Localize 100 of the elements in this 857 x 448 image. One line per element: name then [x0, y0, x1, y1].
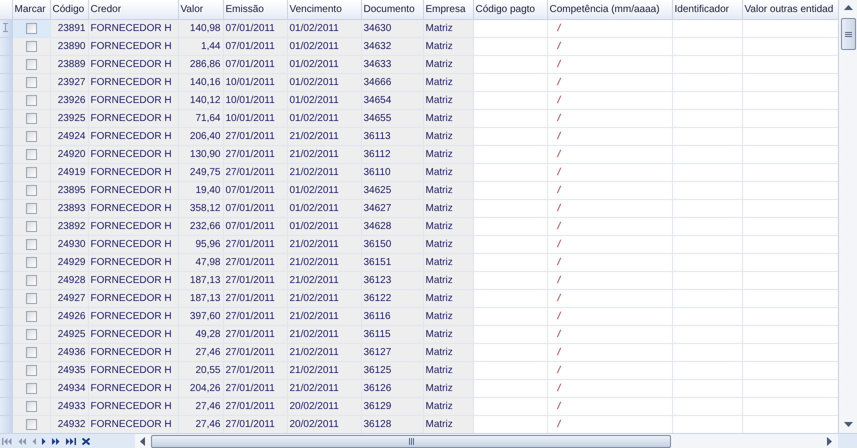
- table-cell: 27/01/2011: [223, 397, 287, 415]
- table-cell: 21/02/2011: [287, 379, 361, 397]
- table-cell: 07/01/2011: [223, 199, 287, 217]
- table-cell: 21/02/2011: [287, 127, 361, 145]
- column-header[interactable]: Valor: [178, 0, 223, 19]
- table-cell[interactable]: /: [547, 307, 672, 325]
- table-cell: 36129: [361, 397, 423, 415]
- table-cell: 206,40: [178, 127, 223, 145]
- table-cell: 01/02/2011: [287, 37, 361, 55]
- table-cell[interactable]: /: [547, 127, 672, 145]
- table-cell: FORNECEDOR H: [88, 145, 178, 163]
- column-header[interactable]: Código: [50, 0, 88, 19]
- table-cell: FORNECEDOR H: [88, 397, 178, 415]
- table-cell: 24927: [50, 289, 88, 307]
- table-cell: Matriz: [423, 379, 473, 397]
- table-cell: 27,46: [178, 343, 223, 361]
- table-cell[interactable]: /: [547, 343, 672, 361]
- table-cell: 34654: [361, 91, 423, 109]
- table-cell: 27/01/2011: [223, 253, 287, 271]
- table-cell: Matriz: [423, 289, 473, 307]
- table-cell: 07/01/2011: [223, 55, 287, 73]
- column-header[interactable]: Documento: [361, 0, 423, 19]
- table-cell: 24934: [50, 379, 88, 397]
- table-cell[interactable]: /: [547, 181, 672, 199]
- table-cell: Matriz: [423, 127, 473, 145]
- table-cell: 01/02/2011: [287, 181, 361, 199]
- table-cell: Matriz: [423, 145, 473, 163]
- table-cell: 36116: [361, 307, 423, 325]
- column-header[interactable]: Competência (mm/aaaa): [547, 0, 672, 19]
- table-cell: FORNECEDOR H: [88, 271, 178, 289]
- table-cell: 24932: [50, 415, 88, 433]
- table-cell: Matriz: [423, 271, 473, 289]
- table-cell[interactable]: /: [547, 55, 672, 73]
- column-header[interactable]: Valor outras entidad: [742, 0, 838, 19]
- table-cell: 24928: [50, 271, 88, 289]
- table-cell[interactable]: /: [547, 19, 672, 37]
- table-cell: 36110: [361, 163, 423, 181]
- table-cell[interactable]: /: [547, 199, 672, 217]
- table-cell: FORNECEDOR H: [88, 325, 178, 343]
- table-cell: 34628: [361, 217, 423, 235]
- table-cell[interactable]: /: [547, 325, 672, 343]
- table-cell: 21/02/2011: [287, 271, 361, 289]
- column-header[interactable]: Código pagto: [473, 0, 547, 19]
- column-header[interactable]: Emissão: [223, 0, 287, 19]
- table-cell: FORNECEDOR H: [88, 217, 178, 235]
- table-cell: 36125: [361, 361, 423, 379]
- table-cell: 10/01/2011: [223, 109, 287, 127]
- table-cell: 01/02/2011: [287, 91, 361, 109]
- table-cell[interactable]: /: [547, 163, 672, 181]
- table-cell[interactable]: /: [547, 73, 672, 91]
- column-header[interactable]: Vencimento: [287, 0, 361, 19]
- table-cell[interactable]: /: [547, 361, 672, 379]
- table-cell[interactable]: /: [547, 145, 672, 163]
- table-cell[interactable]: /: [547, 37, 672, 55]
- table-cell: Matriz: [423, 199, 473, 217]
- table-cell: 36112: [361, 145, 423, 163]
- table-cell: 358,12: [178, 199, 223, 217]
- table-cell: 36126: [361, 379, 423, 397]
- table-cell: 27/01/2011: [223, 307, 287, 325]
- table-cell: 24933: [50, 397, 88, 415]
- table-cell: Matriz: [423, 253, 473, 271]
- table-cell: 23890: [50, 37, 88, 55]
- table-cell: 23925: [50, 109, 88, 127]
- table-cell: FORNECEDOR H: [88, 91, 178, 109]
- table-cell: 10/01/2011: [223, 73, 287, 91]
- table-cell[interactable]: /: [547, 271, 672, 289]
- table-cell: 36151: [361, 253, 423, 271]
- table-cell[interactable]: /: [547, 217, 672, 235]
- table-cell[interactable]: /: [547, 253, 672, 271]
- column-header[interactable]: Credor: [88, 0, 178, 19]
- table-cell: 27/01/2011: [223, 163, 287, 181]
- table-cell: 21/02/2011: [287, 145, 361, 163]
- table-cell: 95,96: [178, 235, 223, 253]
- table-cell: Matriz: [423, 343, 473, 361]
- table-cell: 27,46: [178, 397, 223, 415]
- table-cell[interactable]: /: [547, 397, 672, 415]
- table-cell: Matriz: [423, 307, 473, 325]
- column-header[interactable]: Empresa: [423, 0, 473, 19]
- column-header[interactable]: Marcar: [12, 0, 50, 19]
- table-cell: 24930: [50, 235, 88, 253]
- table-cell: 34630: [361, 19, 423, 37]
- table-cell[interactable]: /: [547, 109, 672, 127]
- table-cell: 27/01/2011: [223, 127, 287, 145]
- table-cell: 27,46: [178, 415, 223, 433]
- table-cell[interactable]: /: [547, 289, 672, 307]
- table-cell[interactable]: /: [547, 235, 672, 253]
- table-cell[interactable]: /: [547, 91, 672, 109]
- table-cell: 286,86: [178, 55, 223, 73]
- table-cell: Matriz: [423, 163, 473, 181]
- table-cell: 20/02/2011: [287, 415, 361, 433]
- table-cell: FORNECEDOR H: [88, 253, 178, 271]
- table-cell: FORNECEDOR H: [88, 163, 178, 181]
- table-cell: 24936: [50, 343, 88, 361]
- table-cell[interactable]: /: [547, 379, 672, 397]
- table-cell: FORNECEDOR H: [88, 127, 178, 145]
- table-cell: 07/01/2011: [223, 217, 287, 235]
- column-header[interactable]: Identificador: [672, 0, 742, 19]
- table-cell[interactable]: /: [547, 415, 672, 433]
- table-cell: 27/01/2011: [223, 379, 287, 397]
- table-cell: FORNECEDOR H: [88, 289, 178, 307]
